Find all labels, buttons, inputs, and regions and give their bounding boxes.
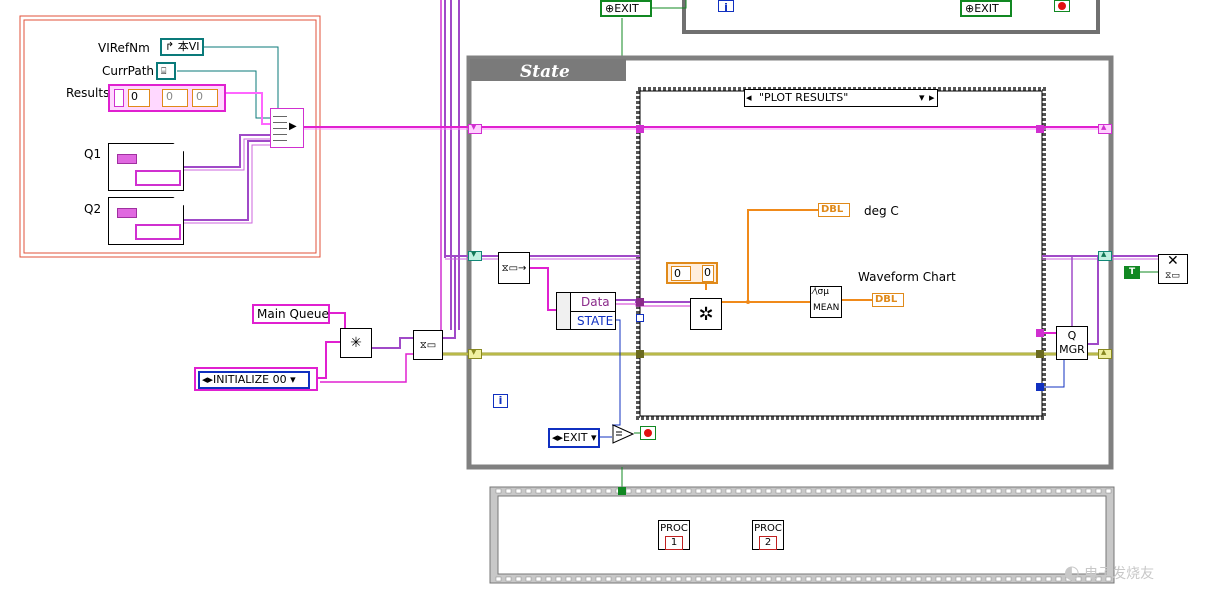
conversion-gear-icon: ✲ xyxy=(698,303,714,325)
q1-refnum-box xyxy=(135,170,181,186)
proc-2-subvi[interactable]: PROC 2 xyxy=(752,520,784,550)
results-label: Results xyxy=(66,86,110,100)
equal-triangle-icon xyxy=(612,424,635,444)
shift-register-right-queue[interactable]: ▲ xyxy=(1098,250,1112,261)
q2-refnum-box xyxy=(135,224,181,240)
results-value-1: 0 xyxy=(162,89,188,107)
stop-terminal-top[interactable] xyxy=(1054,0,1070,12)
info-icon-top[interactable]: i xyxy=(718,0,734,14)
queue-icon xyxy=(117,208,137,218)
array-element-value: 0 xyxy=(702,265,714,282)
q-mgr-line-1: Q xyxy=(1067,329,1077,342)
queue-icon: ⧖▭ xyxy=(1165,271,1180,281)
coercion-dot xyxy=(636,314,644,322)
bundle-terminals xyxy=(273,111,287,145)
waveform-chart-label: Waveform Chart xyxy=(858,270,956,284)
results-value-2: 0 xyxy=(192,89,218,107)
proc-2-number: 2 xyxy=(759,536,777,550)
q-mgr-line-2: MGR xyxy=(1059,343,1085,356)
enqueue-node[interactable]: ⧖▭ xyxy=(413,330,443,360)
array-index-value: 0 xyxy=(671,266,691,281)
results-value-0: 0 xyxy=(128,89,150,107)
enum-arrows-icon: ◂▸ xyxy=(202,373,214,386)
shift-register-left-state[interactable]: ▼ xyxy=(468,348,482,359)
state-loop-title: State xyxy=(520,62,570,82)
equal-node[interactable] xyxy=(612,424,635,444)
data-conversion-node[interactable]: ✲ xyxy=(690,298,722,330)
results-index-box xyxy=(114,89,124,107)
case-tunnel-results-left[interactable] xyxy=(636,125,644,133)
reference-icon: ↱ xyxy=(165,40,175,53)
deg-c-label: deg C xyxy=(864,204,899,218)
case-tunnel-results-right[interactable] xyxy=(1036,125,1044,133)
stop-icon xyxy=(644,429,652,437)
array-constant[interactable]: 0 0 xyxy=(666,262,718,284)
bundle-arrow-icon: ▶ xyxy=(289,121,297,132)
queue-icon xyxy=(117,154,137,164)
info-icon-loop[interactable]: i xyxy=(493,394,508,408)
unbundle-state-label: STATE xyxy=(577,314,614,328)
case-dropdown-icon[interactable]: ▾ xyxy=(919,90,925,106)
case-tunnel-enum[interactable] xyxy=(1036,383,1044,391)
globe-icon: ⊕ xyxy=(965,2,975,15)
globe-icon: ⊕ xyxy=(605,2,615,15)
exit-constant-top-right[interactable]: ⊕EXIT xyxy=(960,0,1012,17)
main-queue-constant[interactable]: Main Queue xyxy=(252,304,330,324)
case-tunnel-state-right[interactable] xyxy=(1036,350,1044,358)
true-constant[interactable]: T xyxy=(1124,266,1140,279)
curr-path-label: CurrPath xyxy=(102,64,155,78)
q2-label: Q2 xyxy=(84,202,102,216)
case-prev-icon[interactable]: ◂ xyxy=(746,90,752,106)
shift-register-left-queue[interactable]: ▼ xyxy=(468,250,482,261)
initial-state-enum[interactable]: ◂▸INITIALIZE 00 ▾ xyxy=(194,367,318,391)
vi-ref-label: VIRefNm xyxy=(98,41,150,55)
path-icon: ⌸ xyxy=(161,67,167,77)
dequeue-node[interactable]: ⧖▭→ xyxy=(498,252,530,284)
mean-node[interactable]: ⁄\σμ MEAN xyxy=(810,286,842,318)
stop-icon xyxy=(1058,2,1066,10)
unbundle-data-label: Data xyxy=(581,295,610,309)
mean-label: MEAN xyxy=(813,303,840,313)
case-next-icon[interactable]: ▸ xyxy=(929,90,935,106)
q1-queue-constant[interactable] xyxy=(108,143,184,191)
release-x-icon: ✕ xyxy=(1167,253,1179,269)
dropdown-icon: ▾ xyxy=(591,431,597,444)
release-queue-node[interactable]: ✕ ⧖▭ xyxy=(1158,253,1188,284)
proc-1-title: PROC xyxy=(660,523,688,534)
dropdown-icon: ▾ xyxy=(290,373,296,386)
sigma-icon: ⁄\σμ xyxy=(813,287,829,297)
obtain-queue-icon: ✳ xyxy=(350,335,362,351)
q-mgr-subvi[interactable]: Q MGR xyxy=(1056,326,1088,360)
watermark-logo-icon: ◐ xyxy=(1064,562,1080,583)
vi-ref-constant[interactable]: ↱ 本VI xyxy=(160,38,204,56)
proc-1-subvi[interactable]: PROC 1 xyxy=(658,520,690,550)
exit-constant-top-left[interactable]: ⊕EXIT xyxy=(600,0,652,17)
loop-stop-terminal[interactable] xyxy=(640,426,656,440)
shift-register-right-results[interactable]: ▲ xyxy=(1098,123,1112,134)
case-tunnel-qmgr[interactable] xyxy=(1036,329,1044,337)
enum-arrows-icon: ◂▸ xyxy=(552,431,564,444)
q1-label: Q1 xyxy=(84,147,102,161)
loop-top-tunnel xyxy=(618,487,626,495)
dequeue-icon: ⧖▭→ xyxy=(501,262,527,274)
bundle-node[interactable]: ▶ xyxy=(270,108,304,148)
obtain-queue-node[interactable]: ✳ xyxy=(340,328,372,358)
enqueue-icon: ⧖▭ xyxy=(419,339,437,351)
shift-register-left-results[interactable]: ▼ xyxy=(468,123,482,134)
case-tunnel-state-left[interactable] xyxy=(636,350,644,358)
case-selector[interactable]: ◂ "PLOT RESULTS" ▾ ▸ xyxy=(744,89,938,107)
curr-path-constant[interactable]: ⌸ xyxy=(156,62,176,80)
waveform-chart-indicator[interactable]: DBL xyxy=(872,293,904,307)
unbundle-by-name[interactable]: Data STATE xyxy=(556,292,616,330)
watermark: ◐ 电子发烧友 xyxy=(1064,562,1155,583)
deg-c-indicator[interactable]: DBL xyxy=(818,203,850,217)
q2-queue-constant[interactable] xyxy=(108,197,184,245)
proc-2-title: PROC xyxy=(754,523,782,534)
results-constant[interactable]: 0 0 0 xyxy=(108,84,226,112)
proc-1-number: 1 xyxy=(665,536,683,550)
shift-register-right-state[interactable]: ▲ xyxy=(1098,348,1112,359)
case-tunnel-data[interactable] xyxy=(636,298,644,306)
exit-enum-constant[interactable]: ◂▸EXIT ▾ xyxy=(548,428,600,448)
